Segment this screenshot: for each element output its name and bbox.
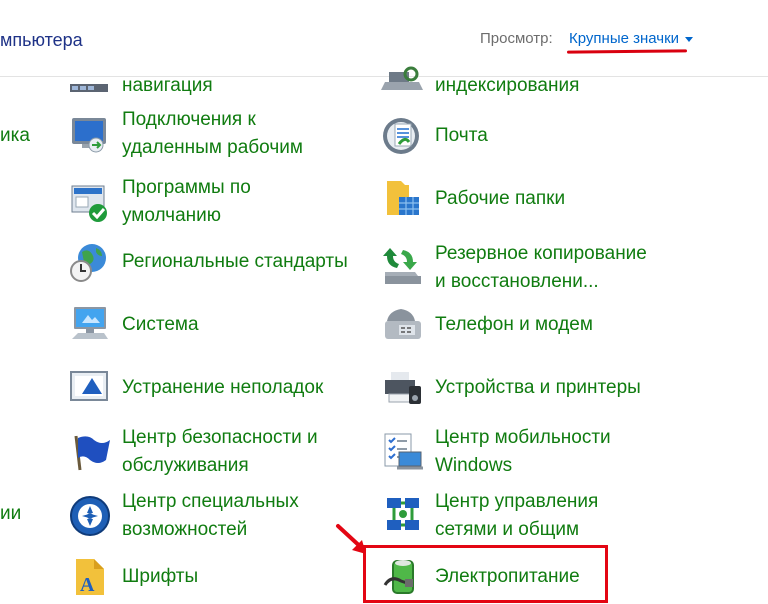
mobility-center-icon xyxy=(381,430,425,474)
item-phone-modem[interactable]: Телефон и модем xyxy=(381,303,593,347)
item-backup-restore[interactable]: Резервное копирование и восстановлени... xyxy=(381,240,647,296)
taskbar-navigation-icon xyxy=(68,64,112,108)
fonts-folder-icon: A xyxy=(68,555,112,599)
red-underline-annotation xyxy=(566,49,688,54)
item-region[interactable]: Региональные стандарты xyxy=(68,240,348,284)
phone-modem-icon xyxy=(381,303,425,347)
item-indexing-options[interactable]: индексирования xyxy=(381,64,579,108)
view-by-value: Крупные значки xyxy=(569,30,680,47)
accessibility-icon xyxy=(68,494,112,538)
network-center-icon xyxy=(381,494,425,538)
item-taskbar-navigation[interactable]: навигация xyxy=(68,64,213,108)
item-mail[interactable]: Почта xyxy=(381,114,488,158)
item-label: Подключения к удаленным рабочим xyxy=(122,109,303,158)
item-label: Система xyxy=(122,314,199,335)
item-label: Центр безопасности и обслуживания xyxy=(122,427,318,476)
item-ease-of-access[interactable]: Центр специальных возможностей xyxy=(68,488,299,544)
item-label: Региональные стандарты xyxy=(122,251,348,272)
item-devices-printers[interactable]: Устройства и принтеры xyxy=(381,366,641,410)
item-label: Резервное копирование и восстановлени... xyxy=(435,243,647,292)
item-network-sharing-center[interactable]: Центр управления сетями и общим xyxy=(381,488,598,544)
item-mobility-center[interactable]: Центр мобильности Windows xyxy=(381,424,611,480)
default-programs-icon xyxy=(68,180,112,224)
item-label: Почта xyxy=(435,125,488,146)
item-label: Устранение неполадок xyxy=(122,377,324,398)
item-system[interactable]: Система xyxy=(68,303,199,347)
security-flag-icon xyxy=(68,430,112,474)
region-globe-icon xyxy=(68,240,112,284)
item-fonts[interactable]: A Шрифты xyxy=(68,555,198,599)
item-label: индексирования xyxy=(435,75,580,96)
system-computer-icon xyxy=(68,303,112,347)
item-label: Программы по умолчанию xyxy=(122,177,251,226)
item-label: Центр специальных возможностей xyxy=(122,491,299,540)
item-label: Рабочие папки xyxy=(435,188,566,209)
item-label: Устройства и принтеры xyxy=(435,377,641,398)
item-label: Телефон и модем xyxy=(435,314,593,335)
cut-off-item-label[interactable]: ика xyxy=(0,125,30,147)
view-by-dropdown[interactable]: Крупные значки xyxy=(569,30,694,47)
red-arrow-annotation xyxy=(336,524,366,554)
item-remote-desktop[interactable]: Подключения к удаленным рабочим xyxy=(68,106,303,162)
devices-printers-icon xyxy=(381,366,425,410)
item-troubleshooting[interactable]: Устранение неполадок xyxy=(68,366,323,410)
red-highlight-annotation xyxy=(363,545,608,603)
item-label: навигация xyxy=(122,75,213,96)
item-label: Шрифты xyxy=(122,566,199,587)
item-label: Центр мобильности Windows xyxy=(435,427,611,476)
item-default-programs[interactable]: Программы по умолчанию xyxy=(68,174,251,230)
chevron-down-icon xyxy=(685,36,694,42)
item-label: Центр управления сетями и общим xyxy=(435,491,599,540)
item-security-maintenance[interactable]: Центр безопасности и обслуживания xyxy=(68,424,318,480)
cut-off-item-label[interactable]: ии xyxy=(0,503,21,525)
item-work-folders[interactable]: Рабочие папки xyxy=(381,177,565,221)
backup-restore-icon xyxy=(381,246,425,290)
page-title: мпьютера xyxy=(0,30,83,50)
svg-text:A: A xyxy=(80,574,95,596)
indexing-options-icon xyxy=(381,64,425,108)
view-by-label: Просмотр: xyxy=(480,30,553,47)
remote-desktop-icon xyxy=(68,112,112,156)
mail-icon xyxy=(381,114,425,158)
troubleshooting-icon xyxy=(68,366,112,410)
work-folders-icon xyxy=(381,177,425,221)
